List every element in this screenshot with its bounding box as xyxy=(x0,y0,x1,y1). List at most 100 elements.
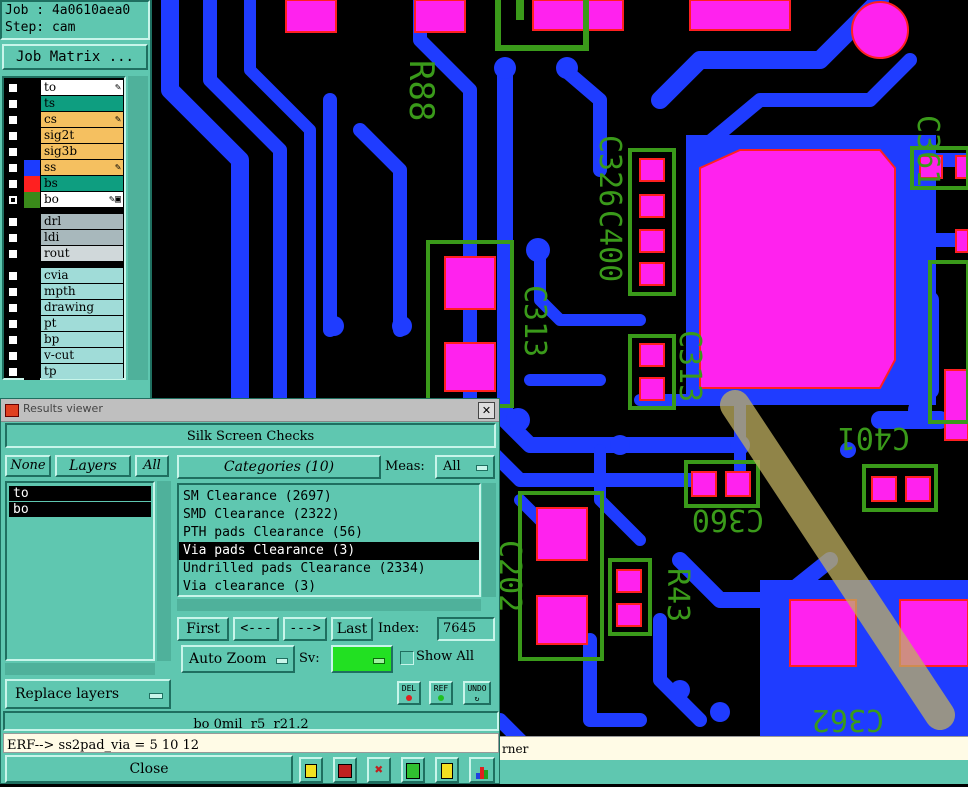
layer-name[interactable]: cvia xyxy=(41,268,123,283)
job-matrix-button[interactable]: Job Matrix ... xyxy=(2,44,148,70)
layer-row-tp[interactable]: tp xyxy=(5,364,123,380)
layer-row-drawing[interactable]: drawing xyxy=(5,300,123,316)
layer-name[interactable]: pt xyxy=(41,316,123,331)
export-tool-icon[interactable] xyxy=(333,757,357,783)
layer-row-sig2t[interactable]: sig2t xyxy=(5,128,123,144)
layer-color-swatch[interactable] xyxy=(24,160,40,176)
layer-color-swatch[interactable] xyxy=(24,192,40,208)
layer-row-to[interactable]: to ✎ xyxy=(5,80,123,96)
layer-checkbox[interactable] xyxy=(8,249,18,259)
layer-color-swatch[interactable] xyxy=(24,246,40,262)
erase-tool-icon[interactable]: ✖ xyxy=(367,757,391,783)
replace-layers-dropdown[interactable]: Replace layers xyxy=(5,679,171,709)
layer-checkbox[interactable] xyxy=(8,163,18,173)
layer-checkbox[interactable] xyxy=(8,147,18,157)
layer-name[interactable]: ts xyxy=(41,96,123,111)
prev-button[interactable]: <--- xyxy=(233,617,279,641)
layer-row-cvia[interactable]: cvia xyxy=(5,268,123,284)
layer-checkbox[interactable] xyxy=(8,195,18,205)
layer-name[interactable]: bs xyxy=(41,176,123,191)
category-item[interactable]: Via clearance (3) xyxy=(179,578,479,595)
layer-color-swatch[interactable] xyxy=(24,112,40,128)
category-item[interactable]: SMD Clearance (2322) xyxy=(179,506,479,524)
layer-color-swatch[interactable] xyxy=(24,96,40,112)
category-item[interactable]: SM Clearance (2697) xyxy=(179,488,479,506)
layer-checkbox[interactable] xyxy=(8,367,18,377)
layer-color-swatch[interactable] xyxy=(24,316,40,332)
layer-name[interactable]: bp xyxy=(41,332,123,347)
layer-row-v-cut[interactable]: v-cut xyxy=(5,348,123,364)
categories-hscroll[interactable] xyxy=(177,599,481,611)
index-field[interactable]: 7645 xyxy=(437,617,495,641)
layer-name[interactable]: cs xyxy=(41,112,123,127)
layer-row-ss[interactable]: ss ✎ xyxy=(5,160,123,176)
categories-vscroll[interactable] xyxy=(482,483,496,597)
layer-checkbox[interactable] xyxy=(8,115,18,125)
layer-checkbox[interactable] xyxy=(8,319,18,329)
layer-name[interactable]: drawing xyxy=(41,300,123,315)
layer-row-cs[interactable]: cs ✎ xyxy=(5,112,123,128)
show-all-checkbox[interactable] xyxy=(400,651,414,665)
layer-color-swatch[interactable] xyxy=(24,364,40,380)
layer-row-ldi[interactable]: ldi xyxy=(5,230,123,246)
layer-checkbox[interactable] xyxy=(8,83,18,93)
layer-color-swatch[interactable] xyxy=(24,214,40,230)
histogram-tool-icon[interactable] xyxy=(469,757,495,783)
layer-name[interactable]: ss xyxy=(41,160,123,175)
step-tool-icon[interactable] xyxy=(401,757,425,783)
layer-color-swatch[interactable] xyxy=(24,268,40,284)
close-button[interactable]: Close xyxy=(5,755,293,783)
layer-checkbox[interactable] xyxy=(8,217,18,227)
category-item[interactable]: Via pads Clearance (3) xyxy=(179,542,479,560)
layer-color-swatch[interactable] xyxy=(24,284,40,300)
auto-zoom-dropdown[interactable]: Auto Zoom xyxy=(181,645,295,673)
layer-list-scrollbar[interactable] xyxy=(128,76,148,380)
layer-list-item[interactable]: to xyxy=(9,486,151,501)
layer-name[interactable]: ldi xyxy=(41,230,123,245)
sv-color-dropdown[interactable] xyxy=(331,645,393,673)
layer-name[interactable]: mpth xyxy=(41,284,123,299)
category-item[interactable]: PTH pads Clearance (56) xyxy=(179,524,479,542)
layer-name[interactable]: to xyxy=(41,80,123,95)
layer-row-pt[interactable]: pt xyxy=(5,316,123,332)
layer-name[interactable]: v-cut xyxy=(41,348,123,363)
flag-tool-icon[interactable] xyxy=(299,757,323,783)
layer-name[interactable]: sig2t xyxy=(41,128,123,143)
layer-row-bs[interactable]: bs xyxy=(5,176,123,192)
all-layers-button[interactable]: All xyxy=(135,455,169,477)
layer-color-swatch[interactable] xyxy=(24,144,40,160)
category-item[interactable]: Undrilled pads Clearance (2334) xyxy=(179,560,479,578)
layers-hscroll[interactable] xyxy=(5,663,155,675)
window-close-icon[interactable]: ✕ xyxy=(478,402,495,419)
layer-color-swatch[interactable] xyxy=(24,176,40,192)
layer-name[interactable]: sig3b xyxy=(41,144,123,159)
layer-checkbox[interactable] xyxy=(8,287,18,297)
layer-checkbox[interactable] xyxy=(8,351,18,361)
last-button[interactable]: Last xyxy=(331,617,373,641)
none-button[interactable]: None xyxy=(5,455,51,477)
first-button[interactable]: First xyxy=(177,617,229,641)
layer-checkbox[interactable] xyxy=(8,335,18,345)
categories-listbox[interactable]: SM Clearance (2697) SMD Clearance (2322) P… xyxy=(177,483,481,597)
layer-row-rout[interactable]: rout xyxy=(5,246,123,262)
layer-color-swatch[interactable] xyxy=(24,128,40,144)
layer-row-bp[interactable]: bp xyxy=(5,332,123,348)
del-button[interactable]: DEL xyxy=(397,681,421,705)
layer-name[interactable]: rout xyxy=(41,246,123,261)
report-tool-icon[interactable] xyxy=(435,757,459,783)
layers-vscroll[interactable] xyxy=(157,481,171,661)
layer-list-item[interactable]: bo xyxy=(9,502,151,517)
next-button[interactable]: ---> xyxy=(283,617,327,641)
meas-dropdown[interactable]: All xyxy=(435,455,495,479)
layer-checkbox[interactable] xyxy=(8,99,18,109)
layer-checkbox[interactable] xyxy=(8,233,18,243)
layer-color-swatch[interactable] xyxy=(24,230,40,246)
layer-color-swatch[interactable] xyxy=(24,348,40,364)
ref-button[interactable]: REF xyxy=(429,681,453,705)
layer-color-swatch[interactable] xyxy=(24,300,40,316)
layer-checkbox[interactable] xyxy=(8,179,18,189)
layer-checkbox[interactable] xyxy=(8,131,18,141)
layer-row-drl[interactable]: drl xyxy=(5,214,123,230)
layer-row-ts[interactable]: ts xyxy=(5,96,123,112)
layers-listbox[interactable]: to bo xyxy=(5,481,155,661)
